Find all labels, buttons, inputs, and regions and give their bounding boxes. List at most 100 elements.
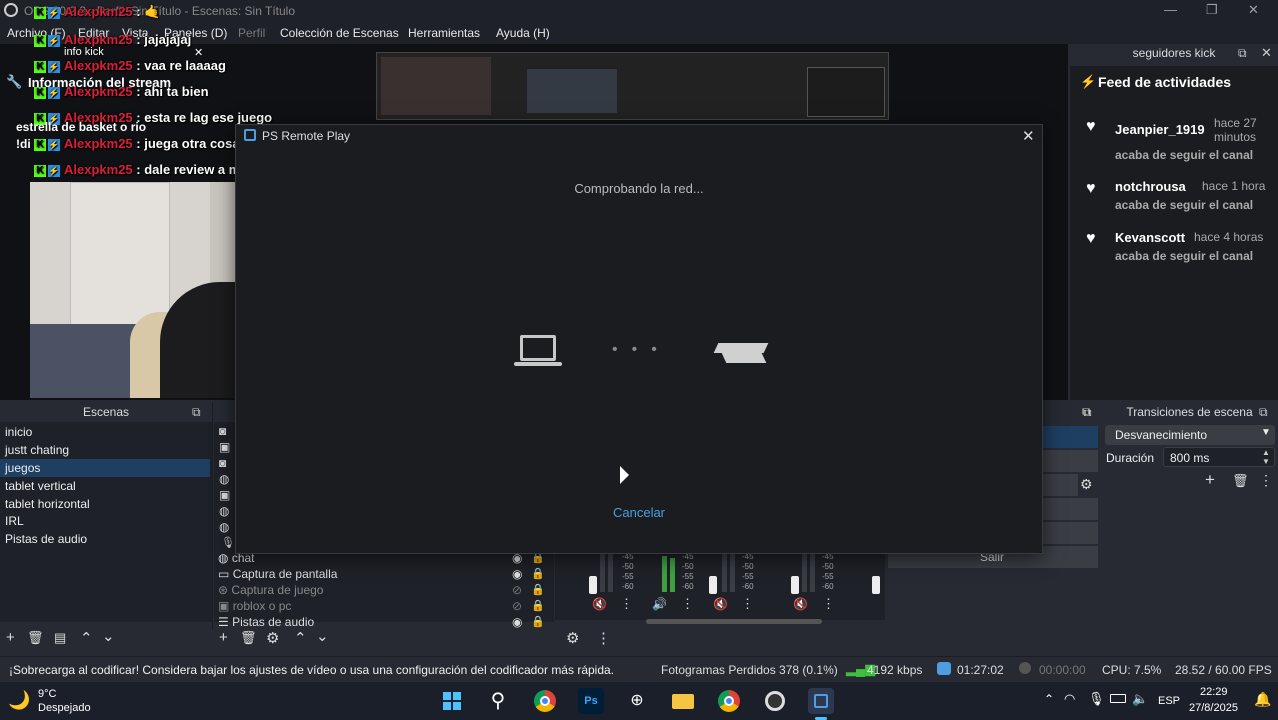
chat-message: K ⚡ Alexpkm25 : jajajajaj — [34, 32, 191, 47]
gamepad-icon: ⊛ — [218, 583, 229, 597]
scene-item[interactable]: IRL — [0, 512, 210, 530]
ps-remote-play-taskbar-icon[interactable] — [808, 688, 834, 714]
source-row[interactable]: ▣ roblox o pc — [218, 598, 548, 614]
menu-perfil[interactable]: Perfil — [238, 26, 265, 40]
move-up-source-button[interactable]: ⌃ — [294, 629, 307, 647]
source-row[interactable]: ▭ Captura de pantalla — [218, 566, 548, 582]
add-transition-button[interactable]: + — [1205, 470, 1215, 490]
follow-time: hace 1 hora — [1202, 179, 1266, 193]
move-down-scene-button[interactable]: ⌄ — [102, 627, 115, 645]
mixer-scrollbar[interactable] — [646, 619, 822, 624]
source-row[interactable]: ⊛ Captura de juego — [218, 582, 548, 598]
volume-fader-handle[interactable] — [589, 576, 597, 594]
chrome-profile-icon[interactable] — [716, 688, 742, 714]
menu-ayuda[interactable]: Ayuda (H) — [496, 26, 550, 40]
move-up-scene-button[interactable]: ⌃ — [80, 629, 93, 647]
scene-item[interactable]: juegos — [0, 459, 210, 477]
steam-icon[interactable]: ⊕ — [624, 688, 650, 714]
scene-item[interactable]: tablet vertical — [0, 477, 210, 495]
duration-input[interactable]: 800 ms ▲ ▼ — [1163, 447, 1275, 467]
source-row[interactable]: ☰ Pistas de audio — [218, 614, 548, 630]
undock-icon[interactable]: ⧉ — [1259, 405, 1268, 420]
scenes-title: Escenas — [82, 405, 130, 419]
undock-icon[interactable]: ⧉ — [1083, 405, 1092, 420]
microphone-icon: 🎙 — [221, 537, 235, 549]
visibility-eye-icon[interactable]: ◉ — [512, 615, 522, 629]
menu-coleccion-escenas[interactable]: Colección de Escenas — [280, 26, 399, 40]
mixer-menu-icon[interactable]: ⋮ — [681, 596, 694, 612]
visibility-eye-icon[interactable]: ◉ — [512, 567, 522, 581]
follower-name: Jeanpier_1919 — [1115, 122, 1205, 137]
chevron-up-icon[interactable]: ⌃ — [1044, 692, 1054, 706]
scene-item[interactable]: tablet horizontal — [0, 495, 210, 513]
settings-gear-icon[interactable]: ⚙ — [1080, 476, 1093, 493]
scene-item[interactable]: inicio — [0, 423, 210, 441]
notification-bell-icon[interactable]: 🔔 — [1254, 691, 1271, 708]
microphone-icon[interactable]: 🎙 — [1088, 691, 1105, 707]
scene-item[interactable]: Pistas de audio — [0, 530, 210, 548]
close-window-button[interactable]: ✕ — [1248, 2, 1259, 18]
obs-app-icon[interactable] — [762, 688, 788, 714]
duration-label: Duración — [1106, 451, 1155, 465]
heart-icon: ♥ — [1086, 180, 1096, 197]
remove-source-button[interactable]: 🗑 — [240, 630, 257, 646]
lock-icon[interactable]: 🔒 — [531, 583, 545, 596]
ps-close-button[interactable]: ✕ — [1022, 127, 1035, 145]
remove-transition-button[interactable]: 🗑 — [1232, 473, 1249, 489]
add-scene-button[interactable]: + — [6, 629, 15, 646]
lock-icon[interactable]: 🔒 — [531, 599, 545, 612]
search-icon[interactable]: ⚲ — [485, 688, 511, 714]
mixer-menu-icon[interactable]: ⋮ — [620, 596, 633, 612]
transition-select[interactable]: Desvanecimiento ▼ — [1105, 425, 1275, 445]
follow-time: hace 4 horas — [1194, 230, 1264, 244]
mixer-menu-icon[interactable]: ⋮ — [822, 596, 835, 612]
clock-time[interactable]: 22:29 — [1200, 686, 1228, 698]
weather-temp[interactable]: 9°C — [38, 688, 56, 700]
battery-icon[interactable] — [1110, 694, 1126, 703]
maximize-button[interactable]: ❐ — [1206, 2, 1218, 18]
muted-speaker-icon[interactable]: 🔇 — [793, 597, 808, 611]
filters-scene-button[interactable]: ▤ — [54, 630, 66, 646]
volume-fader-handle[interactable] — [791, 576, 799, 594]
transition-menu-icon[interactable]: ⋮ — [1259, 472, 1273, 489]
clock-date[interactable]: 27/8/2025 — [1189, 702, 1238, 714]
hidden-eye-icon[interactable]: ⊘ — [512, 583, 522, 597]
chrome-icon[interactable] — [532, 688, 558, 714]
muted-speaker-icon[interactable]: 🔇 — [713, 597, 728, 611]
scene-item[interactable]: justt chating — [0, 441, 210, 459]
cpu-usage: CPU: 7.5% — [1102, 663, 1162, 677]
undock-icon[interactable]: ⧉ — [1238, 46, 1247, 61]
add-source-button[interactable]: + — [219, 629, 228, 646]
weather-moon-icon[interactable]: 🌙 — [8, 690, 30, 711]
volume-icon[interactable]: 🔈 — [1132, 691, 1148, 707]
cancel-button[interactable]: Cancelar — [236, 505, 1042, 520]
weather-desc[interactable]: Despejado — [38, 702, 91, 714]
wifi-icon[interactable]: ◠ — [1064, 691, 1075, 707]
follower-name: Kevanscott — [1115, 230, 1186, 245]
browser-icon: ◍ — [219, 472, 230, 486]
source-properties-gear-icon[interactable]: ⚙ — [266, 629, 279, 647]
volume-fader-handle[interactable] — [872, 576, 880, 594]
menu-herramientas[interactable]: Herramientas — [408, 26, 480, 40]
remove-scene-button[interactable]: 🗑 — [27, 630, 44, 646]
mixer-more-icon[interactable]: ⋮ — [596, 629, 611, 647]
spinner-icon[interactable]: ▲ ▼ — [1262, 448, 1270, 466]
minimize-button[interactable]: — — [1164, 2, 1177, 17]
windows-start-icon[interactable] — [439, 688, 465, 714]
browser-icon: ◍ — [218, 551, 229, 565]
move-down-source-button[interactable]: ⌄ — [316, 627, 329, 645]
photoshop-icon[interactable]: Ps — [578, 688, 604, 714]
mixer-menu-icon[interactable]: ⋮ — [741, 596, 754, 612]
lock-icon[interactable]: 🔒 — [531, 567, 545, 580]
muted-speaker-icon[interactable]: 🔇 — [592, 597, 607, 611]
input-language[interactable]: ESP — [1158, 695, 1180, 707]
volume-fader-handle[interactable] — [709, 576, 717, 594]
chat-message: K ⚡ Alexpkm25 : 🤙 — [34, 4, 160, 20]
speaker-icon[interactable]: 🔊 — [652, 597, 667, 611]
file-explorer-icon[interactable] — [670, 688, 696, 714]
close-dock-icon[interactable]: ✕ — [1261, 45, 1272, 61]
lock-icon[interactable]: 🔒 — [531, 615, 545, 628]
hidden-eye-icon[interactable]: ⊘ — [512, 599, 522, 613]
undock-icon[interactable]: ⧉ — [192, 405, 201, 420]
mixer-settings-gear-icon[interactable]: ⚙ — [566, 629, 579, 647]
